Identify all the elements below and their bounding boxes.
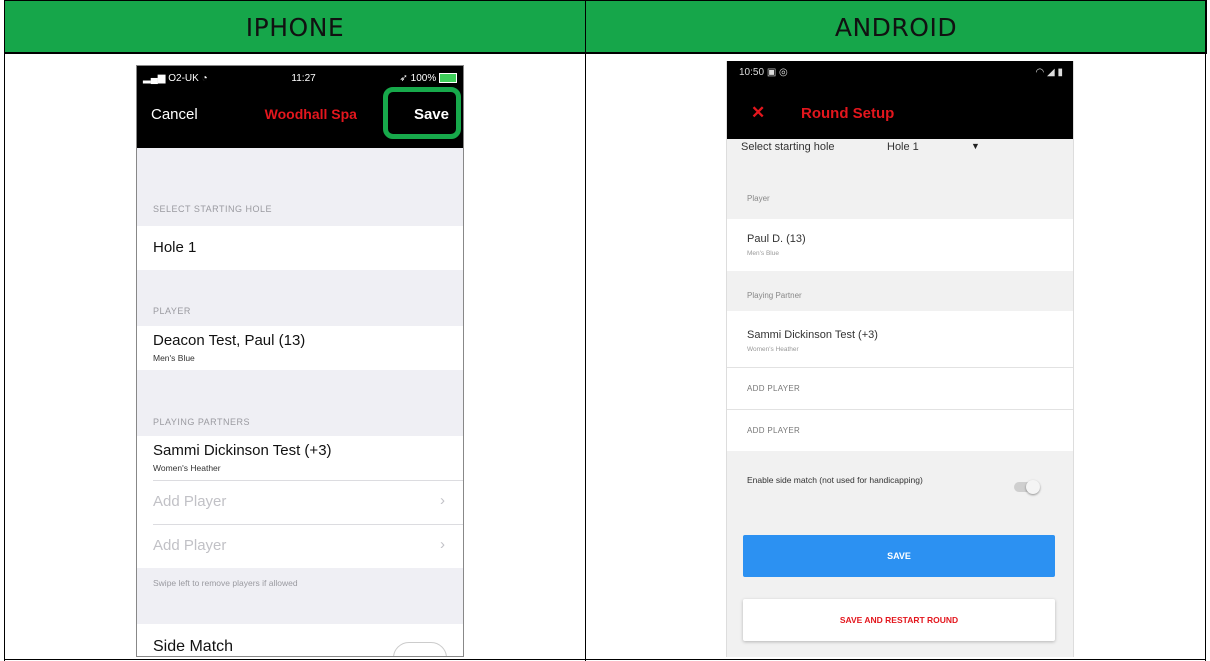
dropdown-arrow-icon: ▼ (971, 141, 980, 151)
partner-tee: Women's Heather (153, 463, 221, 473)
screen-title: Round Setup (801, 105, 895, 122)
image-icon: ▣ (766, 67, 777, 78)
ios-top-bar: ▂▄▆ O2-UK ◔ 11:27 ➶ 100% Cancel Woodhall… (137, 66, 463, 148)
ios-battery: ➶ 100% (399, 73, 457, 84)
partner-name: Sammi Dickinson Test (+3) (153, 442, 332, 459)
ios-carrier: ▂▄▆ O2-UK ◔ (143, 73, 208, 84)
signal-icon: ▂▄▆ (143, 72, 166, 84)
section-player: Player (747, 194, 770, 203)
location-icon: ➶ (399, 72, 408, 84)
close-icon[interactable]: ✕ (751, 103, 765, 123)
android-status-left: 10:50 ▣ ◎ (739, 67, 788, 78)
starting-hole-cell[interactable]: Hole 1 (137, 226, 463, 270)
android-status-right: ◠ ◢ ▮ (1035, 67, 1063, 78)
starting-hole-row[interactable]: Select starting hole Hole 1 ▼ (727, 139, 1073, 169)
android-top-bar: 10:50 ▣ ◎ ◠ ◢ ▮ ✕ Round Setup (727, 61, 1073, 139)
battery-icon: ▮ (1057, 67, 1063, 78)
sync-icon: ◎ (779, 67, 788, 78)
wifi-icon: ◠ (1035, 67, 1045, 78)
add-player-row-1[interactable]: ADD PLAYER (727, 368, 1073, 409)
android-clock: 10:50 (739, 67, 765, 78)
iphone-screenshot: ▂▄▆ O2-UK ◔ 11:27 ➶ 100% Cancel Woodhall… (136, 65, 464, 657)
starting-hole-value: Hole 1 (153, 239, 197, 256)
add-player-label: Add Player (153, 537, 227, 554)
table-border-bottom (4, 659, 1206, 660)
ios-status-bar: ▂▄▆ O2-UK ◔ 11:27 ➶ 100% (143, 70, 457, 86)
partner-tee: Women's Heather (747, 346, 799, 353)
carrier-label: O2-UK (168, 72, 199, 84)
side-match-row: Enable side match (not used for handicap… (727, 463, 1073, 523)
add-player-row-2[interactable]: ADD PLAYER (727, 410, 1073, 451)
android-column-header: ANDROID (585, 0, 1207, 54)
partner-group: Sammi Dickinson Test (+3) Women's Heathe… (727, 311, 1073, 451)
table-header-divider (4, 52, 1206, 53)
add-player-label: ADD PLAYER (747, 426, 801, 435)
add-player-label: ADD PLAYER (747, 384, 801, 393)
battery-icon (439, 72, 457, 83)
table-column-divider (585, 0, 586, 661)
player-name: Deacon Test, Paul (13) (153, 332, 306, 349)
side-match-label: Enable side match (not used for handicap… (747, 475, 923, 485)
partner-row[interactable]: Sammi Dickinson Test (+3) Women's Heathe… (727, 311, 1073, 367)
table-border-right (1205, 0, 1206, 661)
chevron-right-icon: › (440, 536, 445, 553)
partner-row[interactable]: Sammi Dickinson Test (+3) Women's Heathe… (137, 436, 463, 480)
add-player-row-2[interactable]: Add Player › (137, 525, 463, 568)
add-player-row-1[interactable]: Add Player › (137, 481, 463, 524)
battery-percent: 100% (410, 72, 437, 84)
swipe-hint: Swipe left to remove players if allowed (153, 578, 298, 588)
signal-icon: ◢ (1047, 67, 1055, 78)
ios-clock: 11:27 (291, 72, 316, 84)
player-tee: Men's Blue (747, 250, 779, 257)
side-match-cell: Side Match (137, 624, 463, 656)
wifi-icon: ◔ (201, 72, 208, 84)
starting-hole-value: Hole 1 (887, 141, 919, 153)
android-screenshot: 10:50 ▣ ◎ ◠ ◢ ▮ ✕ Round Setup Select sta… (726, 61, 1074, 657)
player-name: Paul D. (13) (747, 233, 806, 245)
iphone-column-header: IPHONE (4, 0, 585, 54)
save-highlight-box (383, 87, 461, 139)
player-tee: Men's Blue (153, 353, 195, 363)
cancel-button[interactable]: Cancel (151, 106, 198, 123)
chevron-right-icon: › (440, 492, 445, 509)
section-starting-hole: SELECT STARTING HOLE (153, 204, 273, 214)
save-button[interactable]: SAVE (743, 535, 1055, 577)
section-playing-partner: Playing Partner (747, 291, 802, 300)
partner-name: Sammi Dickinson Test (+3) (747, 329, 878, 341)
side-match-toggle[interactable] (1012, 479, 1042, 495)
table-border-left (4, 0, 5, 661)
player-row[interactable]: Paul D. (13) Men's Blue (727, 219, 1073, 271)
starting-hole-label: Select starting hole (741, 141, 835, 153)
toggle-thumb (1026, 480, 1040, 494)
side-match-label: Side Match (153, 638, 234, 655)
save-and-restart-button[interactable]: SAVE AND RESTART ROUND (743, 599, 1055, 641)
section-playing-partners: PLAYING PARTNERS (153, 417, 251, 427)
partners-group: Sammi Dickinson Test (+3) Women's Heathe… (137, 436, 463, 568)
add-player-label: Add Player (153, 493, 227, 510)
player-cell[interactable]: Deacon Test, Paul (13) Men's Blue (137, 326, 463, 370)
section-player: PLAYER (153, 306, 191, 316)
side-match-toggle[interactable] (393, 642, 447, 656)
course-title: Woodhall Spa (264, 106, 357, 122)
android-status-bar: 10:50 ▣ ◎ ◠ ◢ ▮ (739, 67, 1063, 78)
